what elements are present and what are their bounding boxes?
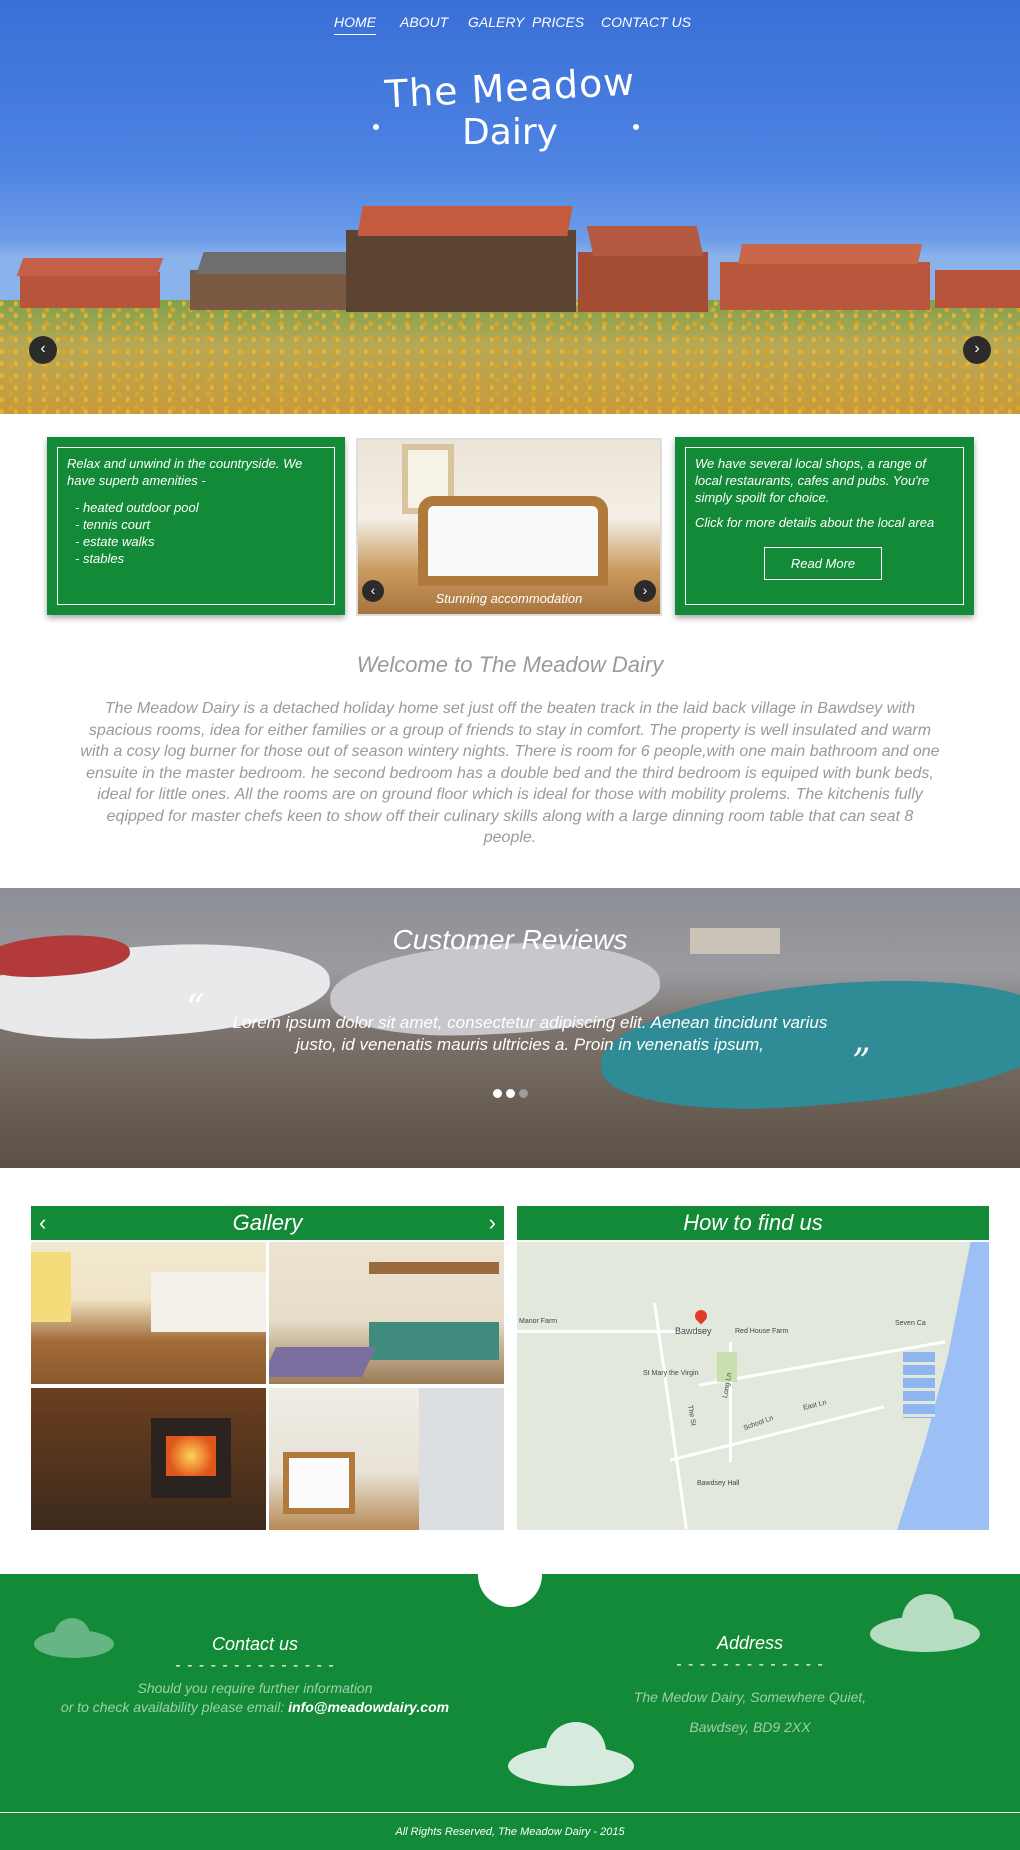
map-label-east: East Ln (802, 1399, 828, 1412)
nav-home[interactable]: HOME (334, 14, 376, 35)
gallery-header: ‹ Gallery › (31, 1206, 504, 1240)
hero-prev-button[interactable]: ‹ (29, 336, 57, 364)
map-label-the-st: The St (686, 1404, 697, 1427)
main-nav: HOME ABOUT GALERY PRICES CONTACT US (0, 14, 1020, 38)
gallery-image-bedroom-ensuite[interactable] (269, 1388, 504, 1530)
review-dot[interactable] (505, 1089, 515, 1098)
gallery-image-log-burner[interactable] (31, 1388, 266, 1530)
bedroom-window (402, 444, 454, 514)
map-label-hall: Bawdsey Hall (697, 1480, 740, 1487)
nav-gallery[interactable]: GALERY (468, 14, 524, 34)
contact-title: Contact us (211, 1634, 299, 1654)
bedroom-bed (428, 506, 598, 576)
farm-buildings-illustration (0, 200, 1020, 320)
amenities-intro: Relax and unwind in the countryside. We … (67, 456, 303, 488)
logo-dot-right (633, 124, 639, 130)
location-map[interactable]: Bawdsey Manor Farm Red House Farm St Mar… (517, 1242, 989, 1530)
review-dot[interactable] (492, 1089, 502, 1098)
logo-dot-left (373, 124, 379, 130)
contact-email-link[interactable]: info@meadowdairy.com (288, 1699, 449, 1715)
contact-line-1: Should you require further information (137, 1680, 373, 1696)
amenity-item: - tennis court (75, 517, 151, 532)
map-label-red-house: Red House Farm (735, 1328, 789, 1335)
address-title: Address (716, 1633, 784, 1653)
amenities-list: - heated outdoor pool - tennis court - e… (67, 499, 325, 567)
review-dot[interactable] (518, 1089, 528, 1098)
customer-reviews-section: Customer Reviews “ Lorem ipsum dolor sit… (0, 888, 1020, 1168)
gallery-image-bunk-room[interactable] (269, 1242, 504, 1384)
map-label-seven: Seven Ca (895, 1320, 926, 1327)
chevron-left-icon: ‹ (39, 1210, 47, 1235)
amenities-box: Relax and unwind in the countryside. We … (47, 437, 345, 615)
review-quote: Lorem ipsum dolor sit amet, consectetur … (232, 1013, 828, 1054)
slider-caption: Stunning accommodation (435, 591, 583, 606)
hero-banner: HOME ABOUT GALERY PRICES CONTACT US The … (0, 0, 1020, 414)
gallery-title: Gallery (232, 1210, 303, 1235)
address-line-2: Bawdsey, BD9 2XX (689, 1719, 811, 1735)
gallery-image-kitchen[interactable] (31, 1242, 266, 1384)
map-title: How to find us (683, 1210, 823, 1235)
review-pagination (0, 1085, 1020, 1103)
chevron-left-icon: ‹ (40, 340, 46, 357)
chevron-right-icon: › (488, 1210, 496, 1235)
local-area-cta: Click for more details about the local a… (695, 515, 935, 530)
site-logo[interactable]: The Meadow Dairy (0, 59, 1020, 153)
site-footer: Contact us - - - - - - - - - - - - - - S… (0, 1574, 1020, 1850)
gallery-next-button[interactable]: › (489, 1206, 496, 1240)
contact-column: Contact us - - - - - - - - - - - - - - S… (40, 1634, 470, 1717)
amenity-item: - heated outdoor pool (75, 500, 199, 515)
address-column: Address - - - - - - - - - - - - - The Me… (580, 1633, 920, 1742)
nav-about[interactable]: ABOUT (400, 14, 448, 34)
contact-line-2: or to check availability please email: (60, 1699, 285, 1715)
footer-divider (0, 1812, 1020, 1813)
amenity-item: - stables (75, 551, 125, 566)
close-quote-icon: ” (852, 1042, 871, 1083)
accommodation-slider: ‹ › Stunning accommodation (356, 438, 662, 616)
local-area-box: We have several local shops, a range of … (675, 437, 974, 615)
hero-next-button[interactable]: › (963, 336, 991, 364)
amenity-item: - estate walks (75, 534, 155, 549)
map-pin-icon (692, 1307, 710, 1325)
local-area-frame: We have several local shops, a range of … (685, 447, 964, 605)
amenities-frame: Relax and unwind in the countryside. We … (57, 447, 335, 605)
address-line-1: The Medow Dairy, Somewhere Quiet, (633, 1689, 867, 1705)
gallery-prev-button[interactable]: ‹ (39, 1206, 46, 1240)
contact-divider: - - - - - - - - - - - - - - (175, 1657, 335, 1674)
nav-prices[interactable]: PRICES (532, 14, 584, 34)
local-area-text: We have several local shops, a range of … (695, 456, 930, 505)
map-label-manor: Manor Farm (519, 1318, 558, 1325)
welcome-title: Welcome to The Meadow Dairy (356, 652, 664, 677)
map-label-school: School Ln (742, 1414, 775, 1433)
address-divider: - - - - - - - - - - - - - (676, 1656, 824, 1673)
welcome-body: The Meadow Dairy is a detached holiday h… (80, 700, 940, 846)
chevron-right-icon: › (974, 340, 980, 357)
footer-notch (478, 1543, 542, 1607)
nav-contact-us[interactable]: CONTACT US (601, 14, 691, 34)
map-header: How to find us (517, 1206, 989, 1240)
map-label-church: St Mary the Virgin (643, 1370, 699, 1377)
open-quote-icon: “ (186, 988, 205, 1029)
read-more-button[interactable]: Read More (764, 547, 882, 580)
map-label-village: Bawdsey (675, 1326, 712, 1336)
reviews-title: Customer Reviews (392, 924, 628, 955)
copyright-text: All Rights Reserved, The Meadow Dairy - … (395, 1826, 625, 1838)
